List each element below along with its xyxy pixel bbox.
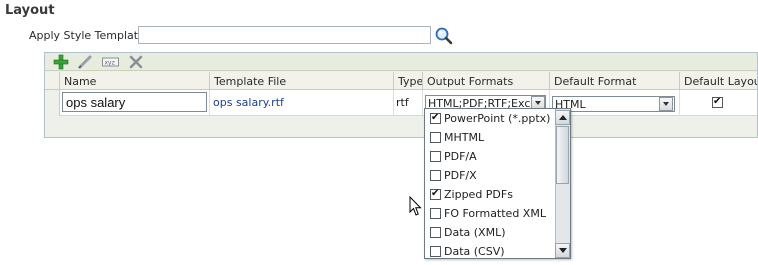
chevron-down-icon[interactable] [659, 97, 673, 111]
col-header-default-layout[interactable]: Default Layout [679, 72, 757, 90]
delete-icon[interactable] [127, 53, 145, 71]
col-header-template-file[interactable]: Template File [209, 72, 393, 90]
default-layout-checkbox[interactable] [712, 95, 723, 109]
option-label: Zipped PDFs [444, 188, 513, 201]
option-label: Data (XML) [444, 226, 506, 239]
edit-icon[interactable] [76, 53, 94, 71]
option-label: Data (CSV) [444, 245, 505, 258]
style-template-input[interactable] [138, 26, 431, 44]
search-icon[interactable] [434, 26, 454, 46]
scrollbar-thumb[interactable] [556, 126, 569, 184]
column-divider [209, 90, 210, 116]
scroll-down-icon[interactable] [555, 243, 570, 258]
option-checkbox[interactable] [430, 227, 441, 238]
column-divider [393, 90, 394, 116]
svg-text:xyz: xyz [105, 60, 115, 67]
option-label: PDF/A [444, 150, 477, 163]
scroll-up-icon[interactable] [555, 110, 570, 125]
option-data-xml[interactable]: Data (XML) [428, 224, 554, 242]
option-powerpoint[interactable]: PowerPoint (*.pptx) [428, 110, 554, 128]
option-checkbox[interactable] [430, 151, 441, 162]
style-template-label: Apply Style Template [29, 29, 145, 42]
option-label: PDF/X [444, 169, 477, 182]
option-fo-formatted-xml[interactable]: FO Formatted XML [428, 205, 554, 223]
option-data-csv[interactable]: Data (CSV) [428, 243, 554, 261]
option-checkbox[interactable] [430, 208, 441, 219]
option-mhtml[interactable]: MHTML [428, 129, 554, 147]
col-header-type[interactable]: Type [393, 72, 422, 90]
table-toolbar [45, 53, 757, 71]
option-zipped-pdfs[interactable]: Zipped PDFs [428, 186, 554, 204]
option-label: PowerPoint (*.pptx) [444, 112, 551, 125]
option-checkbox[interactable] [430, 111, 441, 125]
option-pdf-a[interactable]: PDF/A [428, 148, 554, 166]
col-header-default-format[interactable]: Default Format [549, 72, 679, 90]
option-label: FO Formatted XML [444, 207, 546, 220]
option-pdf-x[interactable]: PDF/X [428, 167, 554, 185]
xyz-icon[interactable]: xyz [101, 53, 121, 71]
section-title: Layout [5, 3, 55, 18]
template-file-link[interactable]: ops salary.rtf [213, 96, 284, 109]
type-value: rtf [396, 96, 409, 109]
col-header-output-formats[interactable]: Output Formats [422, 72, 549, 90]
row-selector[interactable] [45, 90, 60, 116]
option-checkbox[interactable] [430, 246, 441, 257]
option-checkbox[interactable] [430, 170, 441, 181]
add-icon[interactable] [52, 53, 70, 71]
option-checkbox[interactable] [430, 132, 441, 143]
name-field[interactable] [62, 92, 207, 112]
column-divider [679, 90, 680, 116]
col-header-name[interactable]: Name [59, 72, 209, 90]
option-label: MHTML [444, 131, 485, 144]
column-divider [422, 90, 423, 116]
option-checkbox[interactable] [430, 187, 441, 201]
mouse-pointer-icon [409, 195, 423, 218]
